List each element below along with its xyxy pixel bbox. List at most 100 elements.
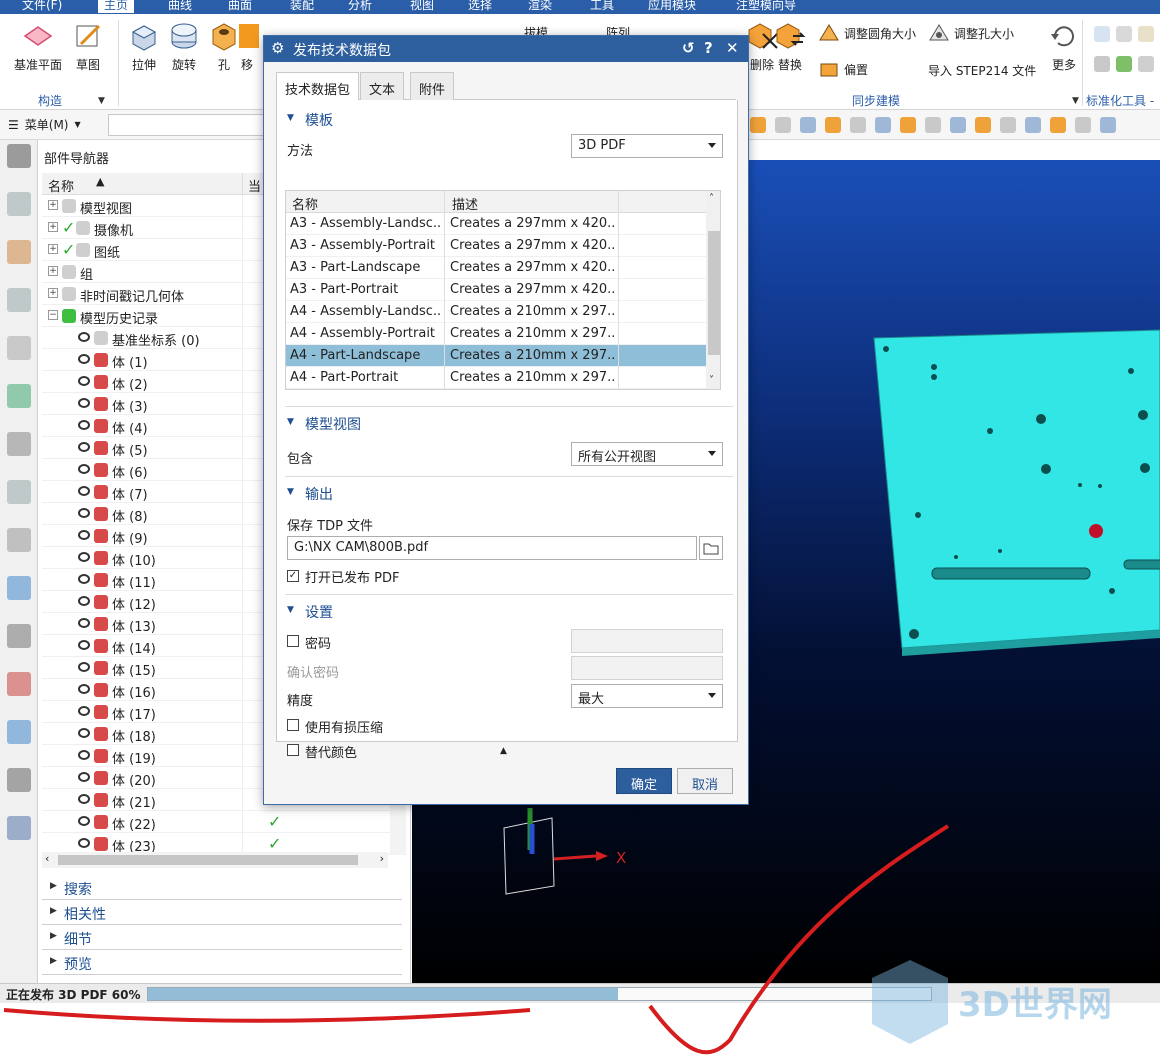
column-header-name[interactable]: 名称 [48, 176, 74, 195]
assembly-icon[interactable] [7, 240, 31, 264]
tab-attachments[interactable]: 附件 [410, 72, 455, 100]
scroll-right-icon[interactable]: › [380, 852, 384, 865]
analysis-icon[interactable] [7, 720, 31, 744]
std-tool-icon[interactable] [1094, 56, 1110, 72]
view-tool-icon[interactable] [1000, 117, 1016, 133]
eye-icon[interactable] [78, 464, 90, 474]
expand-toggle-icon[interactable]: − [48, 310, 58, 320]
view-tool-icon[interactable] [825, 117, 841, 133]
tab-mold-wizard[interactable]: 注塑模向导 [736, 0, 796, 13]
eye-icon[interactable] [78, 332, 90, 342]
template-row[interactable]: A4 - Assembly-Portrait Creates a 210mm x … [286, 323, 706, 345]
eye-icon[interactable] [78, 706, 90, 716]
help-icon[interactable]: ? [704, 39, 713, 57]
template-row[interactable]: A4 - Part-Portrait Creates a 210mm x 297.… [286, 367, 706, 389]
eye-icon[interactable] [78, 574, 90, 584]
eye-icon[interactable] [78, 552, 90, 562]
open-pdf-checkbox[interactable]: ✓ [287, 570, 299, 582]
scroll-up-icon[interactable]: ˄ [709, 193, 714, 204]
resize-blend-button[interactable]: 调整圆角大小 [818, 22, 916, 44]
view-tool-icon[interactable] [1075, 117, 1091, 133]
eye-icon[interactable] [78, 794, 90, 804]
template-row[interactable]: A4 - Assembly-Landsc... Creates a 210mm x… [286, 301, 706, 323]
history-icon[interactable] [7, 480, 31, 504]
template-row[interactable]: A3 - Assembly-Portrait Creates a 297mm x … [286, 235, 706, 257]
column-header-current[interactable]: 当 [248, 176, 261, 195]
group-expand-icon[interactable]: ▼ [1072, 96, 1079, 106]
expand-toggle-icon[interactable]: + [48, 266, 58, 276]
eye-icon[interactable] [78, 354, 90, 364]
expand-toggle-icon[interactable]: + [48, 200, 58, 210]
view-tool-icon[interactable] [1050, 117, 1066, 133]
lossy-compression-checkbox[interactable] [287, 719, 299, 731]
view-tool-icon[interactable] [875, 117, 891, 133]
eye-icon[interactable] [78, 662, 90, 672]
eye-icon[interactable] [78, 728, 90, 738]
password-input[interactable] [571, 629, 723, 653]
sketch-button[interactable]: 草图 [62, 16, 114, 82]
ok-button[interactable]: 确定 [616, 768, 672, 794]
move-button[interactable]: 移 [232, 16, 262, 82]
web-browser-icon[interactable] [7, 576, 31, 600]
group-expand-icon[interactable]: ▼ [98, 96, 105, 106]
tab-analysis[interactable]: 分析 [348, 0, 372, 13]
std-tool-icon[interactable] [1138, 26, 1154, 42]
view-tool-icon[interactable] [800, 117, 816, 133]
template-table-scrollbar[interactable]: ˄ ˅ [706, 191, 720, 389]
info-icon[interactable] [7, 528, 31, 552]
save-path-input[interactable]: G:\NX CAM\800B.pdf [287, 536, 697, 560]
section-model-view[interactable]: ▼ 模型视图 [277, 410, 737, 436]
std-tool-icon[interactable] [1138, 56, 1154, 72]
confirm-password-input[interactable] [571, 656, 723, 680]
view-tool-icon[interactable] [1025, 117, 1041, 133]
dialog-titlebar[interactable]: ⚙ 发布技术数据包 ↺ ? ✕ [264, 36, 748, 62]
datum-plane-button[interactable]: 基准平面 [12, 16, 64, 82]
section-template[interactable]: ▼ 模板 [277, 106, 737, 132]
eye-icon[interactable] [78, 684, 90, 694]
check-icon[interactable]: ✓ [62, 240, 75, 259]
tab-view[interactable]: 视图 [410, 0, 434, 13]
password-checkbox[interactable] [287, 635, 299, 647]
eye-icon[interactable] [78, 530, 90, 540]
eye-icon[interactable] [78, 420, 90, 430]
browse-button[interactable] [699, 536, 723, 560]
view-tool-icon[interactable] [900, 117, 916, 133]
tab-file[interactable]: 文件(F) [22, 0, 62, 13]
resize-hole-button[interactable]: 调整孔大小 [928, 22, 1014, 44]
method-dropdown[interactable]: 3D PDF [571, 134, 723, 158]
tab-tools[interactable]: 工具 [590, 0, 614, 13]
precision-dropdown[interactable]: 最大 [571, 684, 723, 708]
tab-assembly[interactable]: 装配 [290, 0, 314, 13]
expand-toggle-icon[interactable]: + [48, 288, 58, 298]
template-row[interactable]: A4 - Part-Landscape Creates a 210mm x 297… [286, 345, 706, 367]
palette-icon[interactable] [7, 672, 31, 696]
eye-icon[interactable] [78, 376, 90, 386]
std-tool-icon[interactable] [1094, 26, 1110, 42]
std-tool-icon[interactable] [1116, 56, 1132, 72]
clock-icon[interactable] [7, 624, 31, 648]
std-tool-icon[interactable] [1116, 26, 1132, 42]
tab-surface[interactable]: 曲面 [228, 0, 252, 13]
view-tool-icon[interactable] [925, 117, 941, 133]
tab-select[interactable]: 选择 [468, 0, 492, 13]
column-header-name[interactable]: 名称 [292, 194, 318, 213]
section-preview[interactable]: ▶ 预览 [42, 951, 402, 975]
eye-icon[interactable] [78, 486, 90, 496]
tree-row[interactable]: 体 (22) ✓ [42, 811, 392, 833]
reset-icon[interactable]: ↺ [682, 39, 695, 57]
scroll-thumb[interactable] [708, 231, 720, 355]
template-row[interactable]: A3 - Assembly-Landsc... Creates a 297mm x… [286, 213, 706, 235]
eye-icon[interactable] [78, 640, 90, 650]
gear-icon[interactable] [7, 144, 31, 168]
collapse-up-icon[interactable]: ▲ [500, 746, 507, 756]
part-icon[interactable] [7, 192, 31, 216]
tools-icon[interactable] [7, 768, 31, 792]
part-navigator-icon[interactable] [7, 288, 31, 312]
eye-icon[interactable] [78, 442, 90, 452]
check-icon[interactable]: ✓ [62, 218, 75, 237]
close-icon[interactable]: ✕ [726, 39, 739, 57]
include-dropdown[interactable]: 所有公开视图 [571, 442, 723, 466]
section-search[interactable]: ▶ 搜索 [42, 876, 402, 900]
tab-home[interactable]: 主页 [98, 0, 135, 13]
view-tool-icon[interactable] [850, 117, 866, 133]
